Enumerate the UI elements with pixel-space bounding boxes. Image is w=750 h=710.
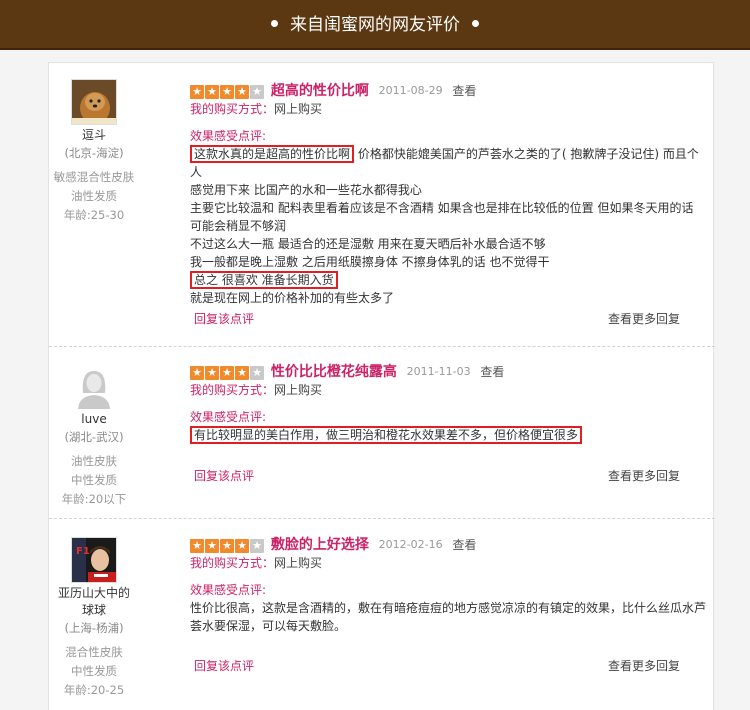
feeling-label: 效果感受点评: <box>190 582 267 597</box>
buy-way: 我的购买方式：网上购买 <box>190 554 710 572</box>
review-text: 感觉用下来 比国产的水和一些花水都得我心 <box>190 182 422 197</box>
reviewer-skin-type: 敏感混合性皮肤 <box>53 170 135 184</box>
star-icon: ★ <box>220 84 234 99</box>
review-text: 我一般都是晚上湿敷 之后用纸膜擦身体 不擦身体乳的话 也不觉得干 <box>190 254 550 269</box>
racing-driver-avatar-icon: F1 <box>72 538 116 582</box>
reviewer-info: luve (湖北-武汉) 油性皮肤 中性发质 年龄:20以下 <box>49 363 139 509</box>
star-icon: ★ <box>190 84 204 99</box>
reply-button[interactable]: 回复该点评 <box>194 467 254 484</box>
rating-stars: ★ ★ ★ ★ ★ <box>190 536 265 554</box>
reply-button[interactable]: 回复该点评 <box>194 310 254 327</box>
page-title: 来自闺蜜网的网友评价 <box>290 15 460 35</box>
review-content: ★ ★ ★ ★ ★ 敷脸的上好选择 2012-02-16 查看 我的购买方式：网上购买 … <box>190 535 710 635</box>
reply-button[interactable]: 回复该点评 <box>194 657 254 674</box>
star-icon: ★ <box>205 365 219 380</box>
bullet-icon <box>271 19 278 27</box>
star-icon: ★ <box>220 538 234 553</box>
review-text: 主要它比较温和 配料表里看着应该是不含酒精 如果含也是排在比较低的位置 但如果冬… <box>190 200 694 215</box>
feeling-label: 效果感受点评: <box>190 409 267 424</box>
review-body: 性价比很高，这款是含酒精的，敷在有暗疮痘痘的地方感觉凉凉的有镇定的效果，比什么丝… <box>190 599 710 635</box>
page-header: 来自闺蜜网的网友评价 <box>0 0 750 50</box>
reviewer-hair-type: 中性发质 <box>71 473 117 487</box>
buy-way-label: 我的购买方式： <box>190 382 275 397</box>
reviewer-hair-type: 中性发质 <box>71 664 117 678</box>
review-text: 可能会稍显不够润 <box>190 218 287 233</box>
more-replies-link[interactable]: 查看更多回复 <box>608 657 680 674</box>
reviewer-info: 逗斗 (北京-海淀) 敏感混合性皮肤 油性发质 年龄:25-30 <box>49 79 139 225</box>
rating-stars: ★ ★ ★ ★ ★ <box>190 82 265 100</box>
more-replies-link[interactable]: 查看更多回复 <box>608 310 680 327</box>
buy-way-label: 我的购买方式： <box>190 101 275 116</box>
view-link[interactable]: 查看 <box>480 365 504 379</box>
reviewer-age: 年龄:20以下 <box>61 492 127 506</box>
reviewer-skin-type: 混合性皮肤 <box>65 645 123 659</box>
star-icon: ★ <box>235 538 249 553</box>
buy-way: 我的购买方式：网上购买 <box>190 381 710 399</box>
rating-stars: ★ ★ ★ ★ ★ <box>190 363 265 381</box>
review-title[interactable]: 性价比比橙花纯露高 <box>271 364 397 380</box>
feeling-label: 效果感受点评: <box>190 128 267 143</box>
reviewer-age: 年龄:25-30 <box>63 208 125 222</box>
reviewer-name[interactable]: 逗斗 <box>49 127 139 144</box>
buy-way-value: 网上购买 <box>274 555 323 570</box>
star-icon: ★ <box>235 84 249 99</box>
more-replies-link[interactable]: 查看更多回复 <box>608 467 680 484</box>
star-icon: ★ <box>190 538 204 553</box>
review-text: 荟水要保湿，可以每天敷脸。 <box>190 618 347 633</box>
reviewer-name[interactable]: luve <box>49 411 139 428</box>
avatar[interactable]: F1 <box>71 537 117 583</box>
review-title[interactable]: 敷脸的上好选择 <box>271 537 369 553</box>
review-body: 这款水真的是超高的性价比啊 价格都快能媲美国产的芦荟水之类的了( 抱歉牌子没记住… <box>190 144 710 307</box>
default-female-avatar-icon <box>71 363 117 409</box>
buy-way-label: 我的购买方式： <box>190 555 275 570</box>
review-content: ★ ★ ★ ★ ★ 性价比比橙花纯露高 2011-11-03 查看 我的购买方式：网上购… <box>190 362 710 444</box>
svg-text:F1: F1 <box>76 546 90 557</box>
review-header: ★ ★ ★ ★ ★ 敷脸的上好选择 2012-02-16 查看 <box>190 535 710 554</box>
star-icon: ★ <box>190 365 204 380</box>
review-date: 2011-11-03 <box>406 364 471 378</box>
highlighted-text: 有比较明显的美白作用，做三明治和橙花水效果差不多，但价格便宜很多 <box>190 425 583 444</box>
review-divider <box>49 518 715 519</box>
reviewer-skin-type: 油性皮肤 <box>71 454 117 468</box>
view-link[interactable]: 查看 <box>452 84 476 98</box>
highlighted-text: 这款水真的是超高的性价比啊 <box>190 144 355 163</box>
review-header: ★ ★ ★ ★ ★ 性价比比橙花纯露高 2011-11-03 查看 <box>190 362 710 381</box>
star-icon: ★ <box>220 365 234 380</box>
review-content: ★ ★ ★ ★ ★ 超高的性价比啊 2011-08-29 查看 我的购买方式：网上购买 … <box>190 81 710 307</box>
reviewer-location: (上海-杨浦) <box>64 621 124 635</box>
reviewer-hair-type: 油性发质 <box>71 189 117 203</box>
dog-avatar-icon <box>72 80 116 124</box>
reviewer-name[interactable]: 亚历山大中的球球 <box>49 585 139 619</box>
review-date: 2011-08-29 <box>378 83 443 97</box>
review-divider <box>49 346 715 347</box>
star-icon: ★ <box>205 84 219 99</box>
star-icon: ★ <box>205 538 219 553</box>
star-empty-icon: ★ <box>250 84 264 99</box>
reviews-panel: 逗斗 (北京-海淀) 敏感混合性皮肤 油性发质 年龄:25-30 ★ ★ ★ ★ ★ 超… <box>48 62 715 710</box>
review-header: ★ ★ ★ ★ ★ 超高的性价比啊 2011-08-29 查看 <box>190 81 710 100</box>
review-body: 有比较明显的美白作用，做三明治和橙花水效果差不多，但价格便宜很多 <box>190 425 710 444</box>
review-date: 2012-02-16 <box>378 537 443 551</box>
reviewer-location: (湖北-武汉) <box>64 430 124 444</box>
star-empty-icon: ★ <box>250 365 264 380</box>
star-empty-icon: ★ <box>250 538 264 553</box>
bullet-icon <box>472 19 479 27</box>
buy-way-value: 网上购买 <box>274 382 323 397</box>
avatar[interactable] <box>71 363 117 409</box>
reviewer-location: (北京-海淀) <box>64 146 124 160</box>
buy-way-value: 网上购买 <box>274 101 323 116</box>
review-text: 性价比很高，这款是含酒精的，敷在有暗疮痘痘的地方感觉凉凉的有镇定的效果，比什么丝… <box>190 600 707 615</box>
reviewer-info: F1 亚历山大中的球球 (上海-杨浦) 混合性皮肤 中性发质 年龄:20-25 <box>49 537 139 700</box>
avatar[interactable] <box>71 79 117 125</box>
reviewer-age: 年龄:20-25 <box>63 683 125 697</box>
highlighted-text: 总之 很喜欢 准备长期入货 <box>190 270 338 289</box>
buy-way: 我的购买方式：网上购买 <box>190 100 710 118</box>
review-text: 就是现在网上的价格补加的有些太多了 <box>190 290 395 305</box>
review-text: 不过这么大一瓶 最适合的还是湿敷 用来在夏天晒后补水最合适不够 <box>190 236 546 251</box>
view-link[interactable]: 查看 <box>452 538 476 552</box>
star-icon: ★ <box>235 365 249 380</box>
review-title[interactable]: 超高的性价比啊 <box>271 83 369 99</box>
